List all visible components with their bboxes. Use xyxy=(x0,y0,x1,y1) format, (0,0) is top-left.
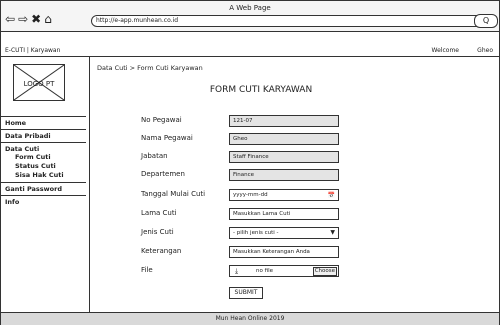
upload-icon: ⤓ xyxy=(235,267,239,275)
lama-cuti-label: Lama Cuti xyxy=(141,209,177,217)
sidebar-item-ganti-password[interactable]: Ganti Password xyxy=(1,183,86,196)
file-input[interactable]: ⤓ no file Choose xyxy=(229,265,339,277)
app-header: E-CUTI | Karyawan Welcome Gheo xyxy=(1,45,499,57)
home-icon[interactable]: ⌂ xyxy=(44,12,53,26)
nama-pegawai-label: Nama Pegawai xyxy=(141,134,193,142)
calendar-icon[interactable]: 📅 xyxy=(328,191,335,201)
breadcrumb: Data Cuti > Form Cuti Karyawan xyxy=(97,64,203,72)
lama-cuti-input[interactable]: Masukkan Lama Cuti xyxy=(229,208,339,220)
tanggal-mulai-label: Tanggal Mulai Cuti xyxy=(141,190,206,198)
sidebar-item-data-pribadi[interactable]: Data Pribadi xyxy=(1,130,86,143)
jabatan-label: Jabatan xyxy=(141,152,168,160)
submit-button[interactable]: SUBMIT xyxy=(229,287,263,299)
dropdown-caret-icon: ▼ xyxy=(330,229,335,236)
browser-window: A Web Page ⇦ ⇨ ✖ ⌂ http://e-app.munhean.co.… xyxy=(0,0,500,325)
welcome-text: Welcome xyxy=(431,47,459,54)
company-logo: LOGO PT xyxy=(13,64,65,101)
sidebar-item-info[interactable]: Info xyxy=(1,196,86,208)
close-icon[interactable]: ✖ xyxy=(31,12,42,26)
tanggal-mulai-input[interactable]: yyyy-mm-dd 📅 xyxy=(229,189,339,201)
choose-file-button[interactable]: Choose xyxy=(312,267,337,276)
title-bar: A Web Page ⇦ ⇨ ✖ ⌂ http://e-app.munhean.co.… xyxy=(1,1,499,32)
app-name: E-CUTI | Karyawan xyxy=(5,47,61,54)
user-name[interactable]: Gheo xyxy=(477,47,493,54)
back-icon[interactable]: ⇦ xyxy=(5,12,16,26)
sidebar-subitem-sisa-hak-cuti[interactable]: Sisa Hak Cuti xyxy=(5,171,82,180)
keterangan-input[interactable]: Masukkan Keterangan Anda xyxy=(229,246,339,258)
file-status: no file xyxy=(256,268,273,274)
jenis-cuti-select[interactable]: - pilih jenis cuti - ▼ xyxy=(229,227,339,239)
nama-pegawai-field: Gheo xyxy=(229,133,339,145)
sidebar-subitem-form-cuti[interactable]: Form Cuti xyxy=(5,153,82,162)
forward-icon[interactable]: ⇨ xyxy=(18,12,29,26)
jenis-cuti-selected: - pilih jenis cuti - xyxy=(233,230,279,236)
sidebar-subitem-status-cuti[interactable]: Status Cuti xyxy=(5,162,82,171)
footer: Mun Hean Online 2019 xyxy=(1,312,499,325)
jenis-cuti-label: Jenis Cuti xyxy=(141,228,174,236)
sidebar-item-home[interactable]: Home xyxy=(1,117,86,130)
tanggal-mulai-placeholder: yyyy-mm-dd xyxy=(233,192,268,198)
divider xyxy=(89,57,90,312)
logo-text: LOGO PT xyxy=(23,80,55,88)
no-pegawai-field: 121-07 xyxy=(229,115,339,127)
sidebar: Home Data Pribadi Data Cuti Form Cuti St… xyxy=(1,116,86,208)
page-title: FORM CUTI KARYAWAN xyxy=(209,85,313,95)
keterangan-label: Keterangan xyxy=(141,247,182,255)
jabatan-field: Staff Finance xyxy=(229,151,339,163)
sidebar-item-data-cuti[interactable]: Data Cuti Form Cuti Status Cuti Sisa Hak… xyxy=(1,143,86,183)
search-icon[interactable]: Q xyxy=(474,14,498,28)
address-bar[interactable]: http://e-app.munhean.co.id xyxy=(91,15,483,27)
nav-buttons: ⇦ ⇨ ✖ ⌂ xyxy=(5,12,55,26)
window-title: A Web Page xyxy=(229,4,271,12)
departemen-field: Finance xyxy=(229,169,339,181)
sidebar-item-label: Data Cuti xyxy=(5,145,40,153)
file-label: File xyxy=(141,266,153,274)
departemen-label: Departemen xyxy=(141,170,185,178)
no-pegawai-label: No Pegawai xyxy=(141,116,182,124)
